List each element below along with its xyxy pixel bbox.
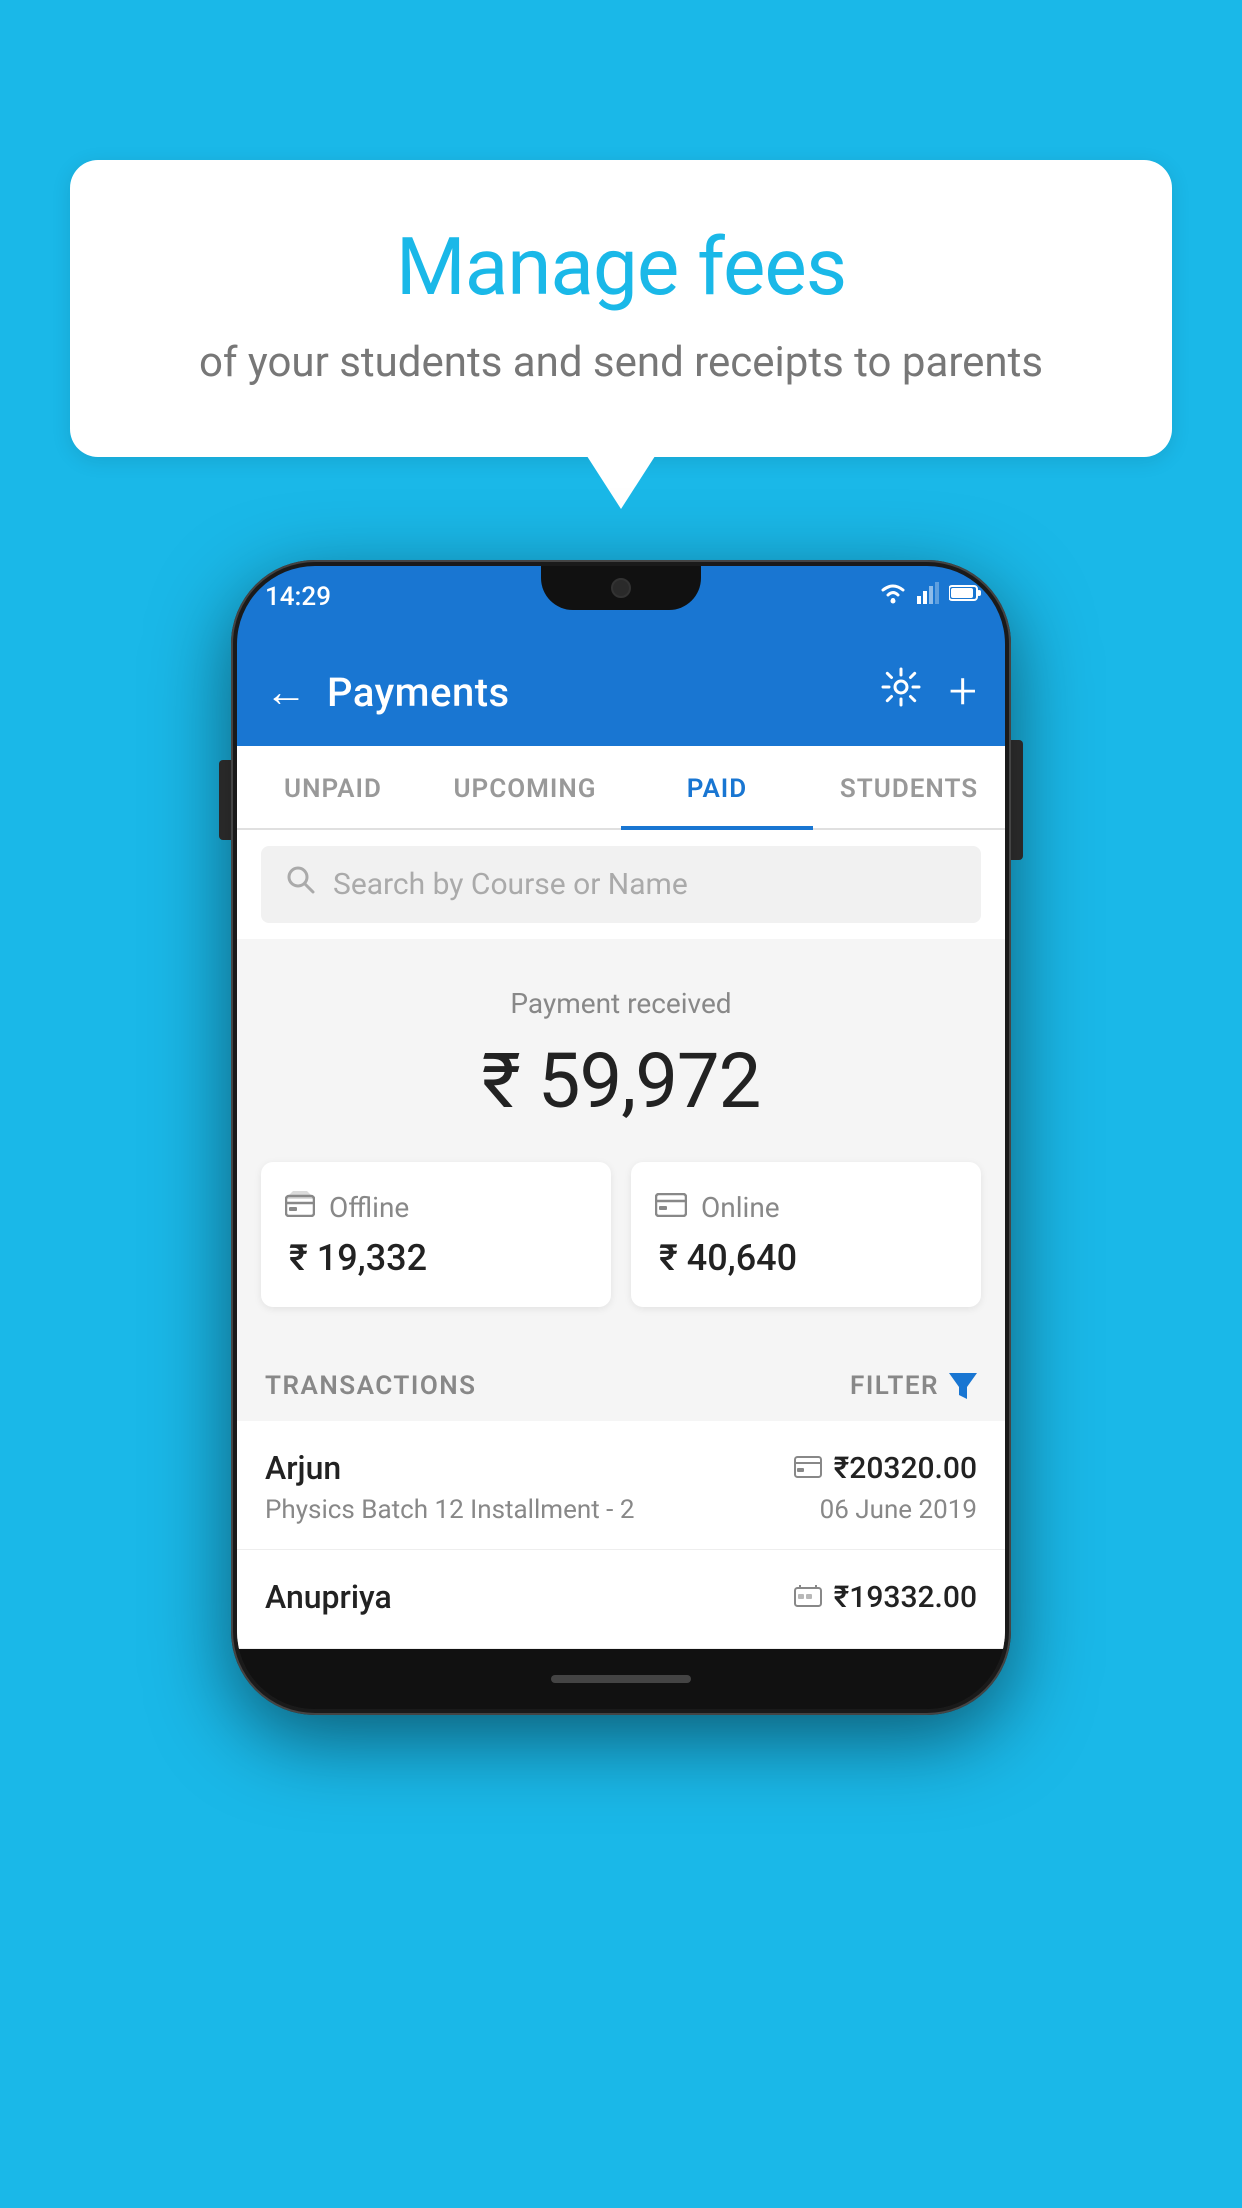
phone-power-button xyxy=(1011,740,1023,860)
offline-label: Offline xyxy=(329,1191,409,1224)
search-container: Search by Course or Name xyxy=(237,830,1005,939)
status-time: 14:29 xyxy=(265,582,331,612)
tab-students[interactable]: STUDENTS xyxy=(813,746,1005,828)
transaction-detail-1: Physics Batch 12 Installment - 2 06 June… xyxy=(265,1495,977,1525)
front-camera xyxy=(611,578,631,598)
app-bar-title: Payments xyxy=(327,669,881,716)
status-icons xyxy=(879,582,981,604)
wifi-icon xyxy=(879,582,907,604)
transaction-amount-2: ₹19332.00 xyxy=(834,1580,977,1615)
back-button[interactable]: ← xyxy=(265,668,307,717)
transactions-label: TRANSACTIONS xyxy=(265,1371,477,1401)
offline-icon xyxy=(285,1190,315,1225)
online-card: Online ₹ 40,640 xyxy=(631,1162,981,1307)
phone-frame: 14:29 xyxy=(231,560,1011,1715)
transaction-item: Arjun ₹20320.00 xyxy=(237,1421,1005,1550)
speech-bubble: Manage fees of your students and send re… xyxy=(70,160,1172,457)
phone-notch xyxy=(541,566,701,610)
filter-label: FILTER xyxy=(850,1371,939,1401)
phone-screen: Search by Course or Name Payment receive… xyxy=(237,830,1005,1649)
speech-bubble-container: Manage fees of your students and send re… xyxy=(70,160,1172,457)
search-icon xyxy=(285,864,317,905)
payment-received-label: Payment received xyxy=(261,987,981,1020)
phone-bottom-bezel xyxy=(237,1649,1005,1709)
transaction-item-2: Anupriya ₹19332.00 xyxy=(237,1550,1005,1649)
filter-container[interactable]: FILTER xyxy=(850,1371,977,1401)
tab-paid[interactable]: PAID xyxy=(621,746,813,828)
phone-outer: 14:29 xyxy=(231,560,1011,1715)
filter-icon xyxy=(949,1373,977,1399)
add-button[interactable]: + xyxy=(949,663,977,721)
transaction-name-2: Anupriya xyxy=(265,1578,392,1616)
offline-card: Offline ₹ 19,332 xyxy=(261,1162,611,1307)
tab-upcoming[interactable]: UPCOMING xyxy=(429,746,621,828)
home-indicator xyxy=(551,1675,691,1683)
transactions-header: TRANSACTIONS FILTER xyxy=(237,1343,1005,1421)
transaction-amount-1: ₹20320.00 xyxy=(834,1451,977,1486)
battery-icon xyxy=(949,584,981,602)
offline-card-header: Offline xyxy=(285,1190,587,1225)
online-card-header: Online xyxy=(655,1190,957,1225)
online-amount: ₹ 40,640 xyxy=(655,1237,957,1279)
transaction-row-1: Arjun ₹20320.00 xyxy=(265,1449,977,1487)
transaction-date-1: 06 June 2019 xyxy=(820,1495,977,1525)
transaction-type-icon-2 xyxy=(794,1581,822,1614)
phone-volume-button xyxy=(219,760,231,840)
online-label: Online xyxy=(701,1191,780,1224)
signal-icon xyxy=(917,582,939,604)
payment-summary: Payment received ₹ 59,972 xyxy=(237,939,1005,1162)
transaction-amount-container-2: ₹19332.00 xyxy=(794,1580,977,1615)
transaction-row-2: Anupriya ₹19332.00 xyxy=(265,1578,977,1616)
app-bar: ← Payments + xyxy=(237,638,1005,746)
manage-fees-subtitle: of your students and send receipts to pa… xyxy=(150,338,1092,387)
app-bar-actions: + xyxy=(881,663,977,721)
transaction-course-1: Physics Batch 12 Installment - 2 xyxy=(265,1495,634,1525)
phone-inner: 14:29 xyxy=(237,566,1005,1709)
transaction-name-1: Arjun xyxy=(265,1449,341,1487)
offline-amount: ₹ 19,332 xyxy=(285,1237,587,1279)
transaction-amount-container-1: ₹20320.00 xyxy=(794,1451,977,1486)
tabs-container: UNPAID UPCOMING PAID STUDENTS xyxy=(237,746,1005,830)
notch-area: 14:29 xyxy=(237,566,1005,638)
payment-total-amount: ₹ 59,972 xyxy=(261,1036,981,1126)
search-input[interactable]: Search by Course or Name xyxy=(333,867,688,902)
manage-fees-title: Manage fees xyxy=(150,220,1092,314)
transaction-type-icon-1 xyxy=(794,1452,822,1485)
payment-cards: Offline ₹ 19,332 xyxy=(237,1162,1005,1343)
search-bar[interactable]: Search by Course or Name xyxy=(261,846,981,923)
settings-button[interactable] xyxy=(881,667,921,718)
tab-unpaid[interactable]: UNPAID xyxy=(237,746,429,828)
online-icon xyxy=(655,1190,687,1225)
